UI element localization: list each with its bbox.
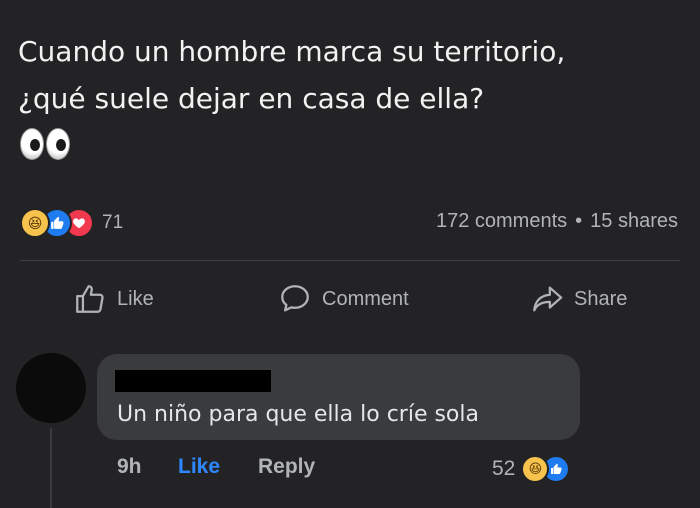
- share-button-label: Share: [574, 287, 628, 310]
- comment-like-link[interactable]: Like: [178, 455, 220, 479]
- like-button-label: Like: [117, 287, 154, 310]
- comment-text: Un niño para que ella lo críe sola: [117, 402, 479, 427]
- share-arrow-icon: [533, 286, 563, 312]
- haha-reaction-icon: 😆: [20, 208, 50, 238]
- reaction-summary[interactable]: 😆 71: [20, 208, 123, 238]
- comments-count-link[interactable]: 172 comments: [436, 210, 567, 233]
- shares-count-link[interactable]: 15 shares: [590, 210, 678, 233]
- post-text: Cuando un hombre marca su territorio, ¿q…: [18, 28, 688, 122]
- post-text-line-1: Cuando un hombre marca su territorio,: [18, 35, 566, 68]
- divider: [20, 260, 680, 261]
- reaction-count: 71: [102, 212, 124, 233]
- comment-meta: 9h Like Reply 52 😆: [0, 455, 700, 485]
- comment-button-label: Comment: [322, 287, 409, 310]
- comment-bubble: Un niño para que ella lo críe sola: [97, 354, 580, 440]
- post-stats: 172 comments • 15 shares: [436, 210, 678, 233]
- like-button[interactable]: Like: [73, 282, 154, 316]
- stats-separator: •: [575, 210, 583, 232]
- commenter-avatar[interactable]: [16, 353, 86, 423]
- eyes-emoji-icon: [20, 128, 70, 160]
- comment-reactions[interactable]: 52 😆: [492, 455, 571, 483]
- eye-left-icon: [20, 128, 44, 160]
- thumbs-up-icon: [76, 285, 104, 313]
- comment-timestamp[interactable]: 9h: [117, 455, 142, 479]
- comment-reply-link[interactable]: Reply: [258, 455, 315, 479]
- share-button[interactable]: Share: [530, 282, 627, 316]
- eye-right-icon: [46, 128, 70, 160]
- post-text-line-2: ¿qué suele dejar en casa de ella?: [18, 82, 485, 115]
- redacted-commenter-name: [115, 370, 271, 392]
- post-actions-bar: Like Comment Share: [0, 282, 700, 318]
- comment-bubble-icon: [281, 285, 309, 312]
- comment-reaction-count: 52: [492, 457, 516, 480]
- comment-button[interactable]: Comment: [278, 282, 409, 316]
